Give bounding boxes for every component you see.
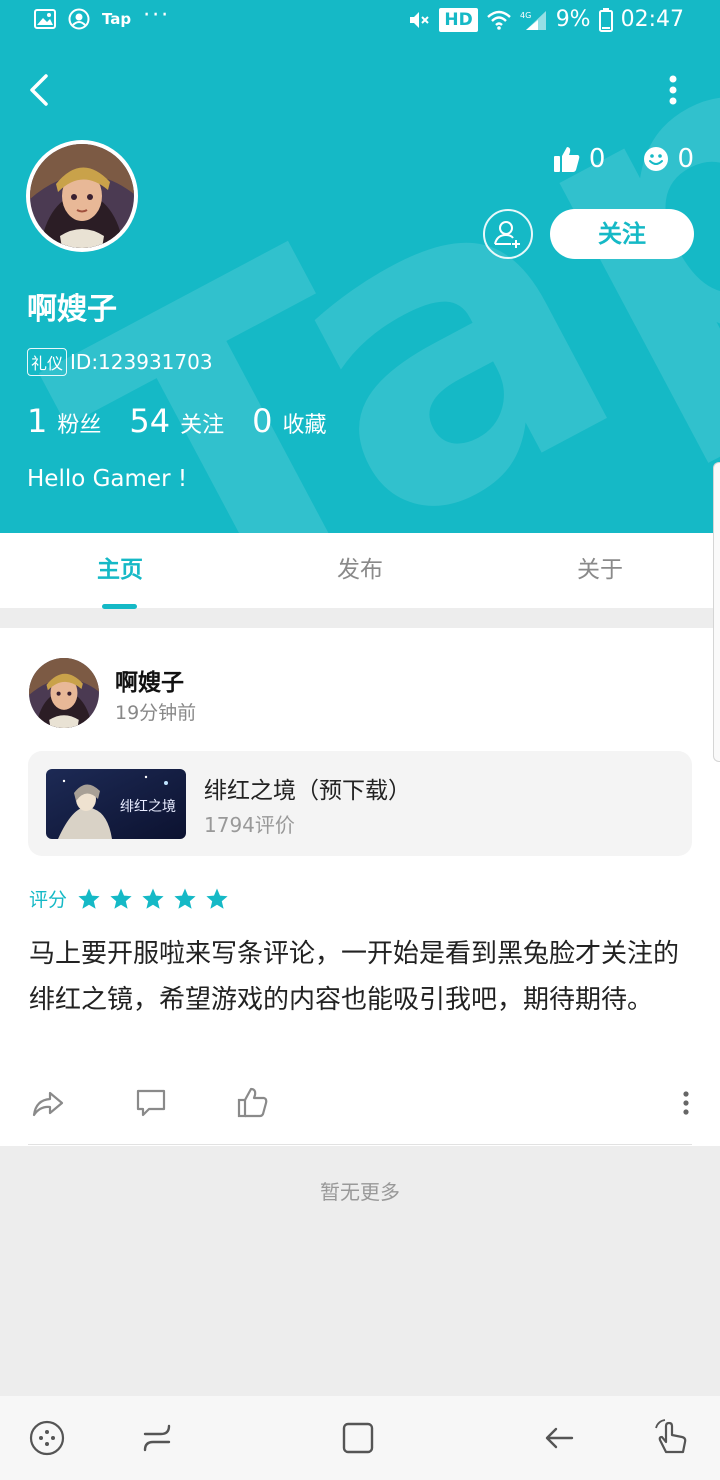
profile-reactions: 0 0: [553, 144, 694, 174]
more-menu-icon[interactable]: [662, 72, 684, 110]
battery-icon: [598, 7, 613, 32]
more-notifications-icon: ···: [143, 2, 171, 28]
game-tools-icon[interactable]: [27, 1418, 67, 1458]
tab-posts[interactable]: 发布: [240, 533, 480, 608]
smile-icon: [644, 147, 669, 171]
tab-indicator: [102, 604, 137, 609]
no-more-label: 暂无更多: [320, 1180, 400, 1204]
follow-button[interactable]: 关注: [550, 209, 694, 259]
post-author-avatar[interactable]: [29, 658, 99, 728]
comment-icon[interactable]: [133, 1085, 169, 1121]
clock: 02:47: [620, 7, 684, 32]
fans-count[interactable]: 1: [27, 402, 47, 440]
game-link-card[interactable]: 绯红之境 绯红之境（预下载） 1794评价: [28, 751, 692, 856]
edge-panel-handle[interactable]: [713, 462, 720, 762]
likes-stat[interactable]: 0: [553, 144, 606, 174]
battery-percent: 9%: [555, 7, 591, 32]
game-name: 绯红之境（预下载）: [204, 778, 411, 804]
profile-tabs: 主页 发布 关于: [0, 533, 720, 608]
star-icon: [174, 888, 196, 909]
profile-header: Tap Tap ··· HD 4G 9% 02:47 0 0 关注 啊嫂子 礼仪…: [0, 0, 720, 533]
avatar[interactable]: [26, 140, 138, 252]
review-card[interactable]: 啊嫂子 19分钟前 绯红之境 绯红之境（预下载） 1794评价 评分 马上要开服…: [0, 628, 720, 1146]
favorites-label[interactable]: 收藏: [282, 407, 326, 439]
tab-about[interactable]: 关于: [480, 533, 720, 608]
post-more-icon[interactable]: [668, 1085, 704, 1121]
mood-stat[interactable]: 0: [643, 144, 694, 174]
svg-text:4G: 4G: [520, 11, 531, 20]
mood-count: 0: [677, 144, 694, 174]
star-icon: [78, 888, 100, 909]
user-id: ID:123931703: [70, 350, 213, 374]
profile-id-row: 礼仪 ID:123931703: [27, 348, 213, 376]
share-icon[interactable]: [30, 1085, 66, 1121]
etiquette-badge[interactable]: 礼仪: [27, 348, 68, 376]
profile-bio: Hello Gamer !: [27, 466, 188, 492]
review-text: 马上要开服啦来写条评论，一开始是看到黑兔脸才关注的绯红之镜，希望游戏的内容也能吸…: [29, 939, 680, 1015]
system-nav-bar: [0, 1396, 720, 1480]
rating-label: 评分: [29, 889, 68, 911]
avatar-image: [29, 658, 99, 728]
post-timestamp: 19分钟前: [115, 702, 197, 724]
tap-app-icon: Tap: [102, 10, 132, 28]
rating-row: 评分: [29, 885, 237, 912]
svg-text:绯红之境: 绯红之境: [120, 799, 176, 815]
status-bar: Tap ··· HD 4G 9% 02:47: [0, 0, 720, 40]
mute-icon: [410, 11, 430, 28]
recent-apps-icon[interactable]: [137, 1418, 177, 1458]
profile-username: 啊嫂子: [27, 292, 117, 327]
touch-gesture-icon[interactable]: [652, 1418, 692, 1458]
game-thumbnail: 绯红之境: [46, 769, 186, 839]
home-button-icon[interactable]: [338, 1418, 378, 1458]
likes-count: 0: [588, 144, 606, 174]
avatar-image: [30, 144, 134, 248]
game-review-count: 1794评价: [204, 813, 295, 837]
back-arrow-icon[interactable]: [22, 70, 58, 110]
card-divider: [28, 1144, 692, 1145]
thumbs-up-icon: [553, 147, 580, 172]
post-actions: [0, 1083, 720, 1123]
gallery-icon: [34, 9, 56, 29]
star-icon: [206, 888, 228, 909]
fans-label[interactable]: 粉丝: [57, 407, 101, 439]
add-user-icon: [494, 221, 520, 248]
wifi-icon: [486, 10, 511, 30]
tap-watermark: Tap: [0, 0, 720, 533]
favorites-count[interactable]: 0: [252, 402, 272, 440]
star-icon: [110, 888, 132, 909]
account-icon: [68, 8, 90, 30]
like-icon[interactable]: [235, 1085, 271, 1121]
post-author-name[interactable]: 啊嫂子: [115, 663, 184, 697]
profile-counts: 1 粉丝 54 关注 0 收藏: [27, 402, 354, 440]
tab-home[interactable]: 主页: [0, 533, 240, 608]
add-friend-button[interactable]: [483, 209, 533, 259]
svg-text:Tap: Tap: [0, 0, 720, 533]
hd-badge: HD: [439, 7, 478, 32]
back-button-icon[interactable]: [540, 1418, 580, 1458]
following-count[interactable]: 54: [129, 402, 170, 440]
following-label[interactable]: 关注: [180, 407, 224, 439]
star-icon: [142, 888, 164, 909]
signal-icon: 4G: [520, 10, 546, 30]
